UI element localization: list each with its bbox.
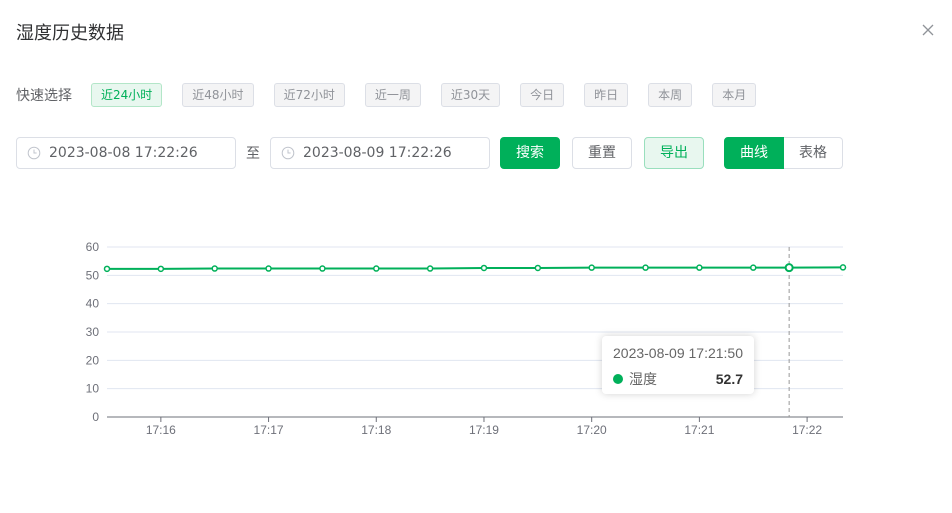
data-point — [157, 265, 165, 273]
x-tick-label: 17:20 — [577, 423, 607, 437]
data-point — [749, 264, 757, 271]
tooltip-value: 52.7 — [715, 371, 743, 387]
data-point — [319, 265, 326, 272]
y-tick-label: 0 — [92, 410, 99, 424]
x-tick-label: 17:21 — [684, 423, 714, 437]
view-curve-button[interactable]: 曲线 — [724, 137, 784, 169]
quick-option-24h[interactable]: 近24小时 — [91, 83, 163, 107]
y-tick-label: 50 — [86, 268, 100, 282]
quick-option-week[interactable]: 近一周 — [364, 83, 421, 107]
data-point — [480, 264, 488, 272]
start-time-value: 2023-08-08 17:22:26 — [49, 145, 198, 161]
data-point — [642, 264, 649, 271]
humidity-line-chart: 0 10 20 30 40 50 60 17:16 17:17 17:18 17:19 17:20 17… — [86, 240, 847, 437]
x-tick-label: 17:17 — [254, 423, 284, 437]
series-marker-icon — [613, 374, 623, 384]
data-point — [373, 265, 380, 272]
export-button[interactable]: 导出 — [644, 137, 704, 169]
close-icon[interactable] — [920, 22, 936, 38]
search-button[interactable]: 搜索 — [500, 137, 560, 169]
range-separator: 至 — [246, 146, 260, 162]
dialog-title: 湿度历史数据 — [16, 23, 124, 44]
x-tick-label: 17:19 — [469, 423, 499, 437]
tooltip-series-name: 湿度 — [629, 371, 657, 387]
reset-button[interactable]: 重置 — [572, 137, 632, 169]
x-tick-label: 17:18 — [361, 423, 391, 437]
tooltip-time: 2023-08-09 17:21:50 — [613, 345, 743, 361]
quick-select-label: 快速选择 — [16, 88, 72, 104]
y-tick-label: 10 — [86, 382, 100, 396]
quick-option-today[interactable]: 今日 — [520, 83, 565, 107]
view-table-button[interactable]: 表格 — [784, 137, 843, 169]
y-tick-label: 20 — [86, 353, 100, 367]
quick-option-48h[interactable]: 近48小时 — [182, 83, 254, 107]
x-tick-label: 17:22 — [792, 423, 822, 437]
quick-option-yesterday[interactable]: 昨日 — [584, 83, 629, 107]
start-time-input[interactable]: 2023-08-08 17:22:26 — [16, 137, 236, 169]
data-point — [211, 265, 218, 272]
data-point — [784, 263, 794, 273]
data-point — [534, 264, 542, 272]
clock-icon — [27, 146, 41, 160]
data-point — [839, 264, 847, 271]
quick-option-30d[interactable]: 近30天 — [440, 83, 501, 107]
view-toggle: 曲线 表格 — [724, 137, 843, 169]
clock-icon — [281, 146, 295, 160]
x-tick-label: 17:16 — [146, 423, 176, 437]
quick-select-row: 快速选择 近24小时 近48小时 近72小时 近一周 近30天 今日 昨日 本周… — [16, 82, 776, 108]
y-tick-label: 40 — [86, 297, 100, 311]
filter-row: 2023-08-08 17:22:26 至 2023-08-09 17:22:2… — [16, 137, 843, 169]
y-tick-label: 60 — [86, 240, 100, 254]
end-time-input[interactable]: 2023-08-09 17:22:26 — [270, 137, 490, 169]
end-time-value: 2023-08-09 17:22:26 — [303, 145, 452, 161]
y-tick-label: 30 — [86, 325, 100, 339]
data-point — [696, 264, 703, 271]
data-point — [265, 265, 272, 272]
data-point — [588, 264, 595, 271]
data-point — [426, 265, 434, 272]
data-point — [103, 265, 111, 273]
chart-tooltip: 2023-08-09 17:21:50 湿度 52.7 — [602, 336, 754, 394]
quick-option-72h[interactable]: 近72小时 — [273, 83, 345, 107]
quick-option-this-week[interactable]: 本周 — [648, 83, 693, 107]
quick-option-this-month[interactable]: 本月 — [712, 83, 757, 107]
